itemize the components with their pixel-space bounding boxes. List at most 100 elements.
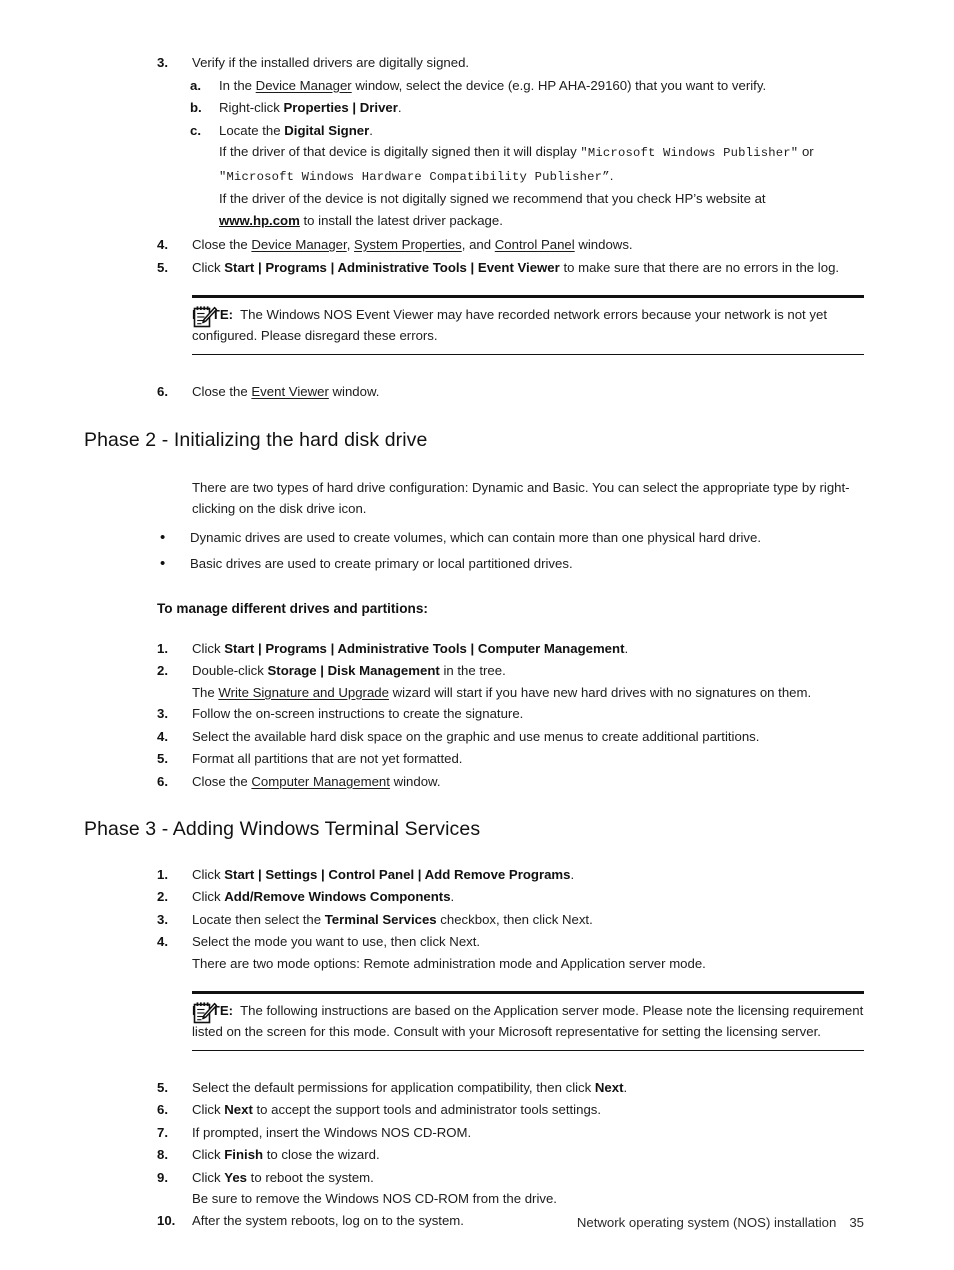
ui-label-start: Start (224, 259, 255, 275)
list-item-step-3b: b. Right-click Properties | Driver. (190, 97, 954, 119)
text-fragment: . (397, 100, 402, 115)
text-fragment: Click (192, 1169, 225, 1185)
list-marker: 9. (157, 1169, 168, 1185)
text-fragment: . (570, 866, 575, 882)
text-fragment: window. (328, 383, 380, 399)
list-item-text: Locate the Digital Signer. (219, 123, 373, 138)
text-fragment: The (192, 684, 219, 700)
list-item-p3-step-6: 6. Click Next to accept the support tool… (157, 1099, 954, 1121)
hp-website-link[interactable]: www.hp.com (219, 213, 300, 228)
list-item-p3-step-1: 1. Click Start | Settings | Control Pane… (157, 864, 954, 886)
list-item-text: Basic drives are used to create primary … (190, 556, 573, 572)
text-fragment: Click (192, 1147, 225, 1163)
ui-label-start: Start (224, 866, 255, 882)
note-body: NOTE: The Windows NOS Event Viewer may h… (192, 298, 864, 354)
text-fragment: to install the latest driver package. (299, 212, 503, 228)
list-item-step-4: 4. Close the Device Manager, System Prop… (157, 234, 954, 256)
list-item-text: Close the Device Manager, System Propert… (192, 237, 633, 252)
list-marker: 4. (157, 728, 168, 744)
ui-label-start: Start (224, 640, 255, 656)
list-item-p3-step-9: 9. Click Yes to reboot the system. (157, 1167, 954, 1189)
document-page: 3. Verify if the installed drivers are d… (0, 0, 954, 1270)
list-item-text: Verify if the installed drivers are digi… (192, 55, 470, 70)
text-fragment: to accept the support tools and administ… (252, 1102, 602, 1118)
list-item-p2-step-3: 3. Follow the on-screen instructions to … (157, 703, 954, 725)
text-fragment: If the driver of that device is digitall… (219, 144, 581, 159)
list-marker: 6. (157, 773, 168, 789)
separator: | (414, 866, 425, 882)
text-fragment: Click (192, 1102, 225, 1118)
list-item-p2-step-1: 1. Click Start | Programs | Administrati… (157, 638, 954, 660)
list-marker: 3. (157, 55, 168, 70)
list-marker: 1. (157, 866, 168, 882)
ui-label-terminal-services: Terminal Services (324, 911, 437, 927)
text-fragment: Locate then select the (192, 911, 325, 927)
list-marker: 4. (157, 237, 168, 252)
subheading-manage-drives: To manage different drives and partition… (157, 601, 428, 617)
text-fragment: Click (192, 889, 225, 905)
list-item-step-3a: a. In the Device Manager window, select … (190, 75, 954, 97)
list-item-bullet-dynamic: • Dynamic drives are used to create volu… (160, 527, 954, 549)
list-marker: 5. (157, 751, 168, 767)
list-item-p3-step-8: 8. Click Finish to close the wizard. (157, 1144, 954, 1166)
ui-label-add-remove-windows-components: Add/Remove Windows Components (224, 889, 451, 905)
phase-3-heading: Phase 3 - Adding Windows Terminal Servic… (84, 817, 481, 840)
ui-label-next: Next (594, 1079, 624, 1095)
note-pencil-icon (192, 304, 218, 330)
event-viewer-reference: Event Viewer (251, 383, 329, 399)
phase-2-heading: Phase 2 - Initializing the hard disk dri… (84, 429, 428, 452)
ui-label-control-panel: Control Panel (328, 866, 415, 882)
list-item-p3-step-2: 2. Click Add/Remove Windows Components. (157, 886, 954, 908)
bullet-icon: • (160, 555, 166, 573)
list-item-text: Double-click Storage | Disk Management i… (192, 663, 506, 678)
text-fragment: Click (192, 259, 225, 275)
list-marker: 5. (157, 259, 168, 275)
list-marker: 5. (157, 1079, 168, 1095)
note-callout-1: NOTE: The Windows NOS Event Viewer may h… (157, 295, 954, 355)
list-marker: 1. (157, 640, 168, 656)
list-item-text: Locate then select the Terminal Services… (192, 912, 593, 927)
note-callout-2: NOTE: The following instructions are bas… (157, 991, 954, 1051)
list-item-text: If prompted, insert the Windows NOS CD-R… (192, 1124, 472, 1140)
list-item-text: Click Finish to close the wizard. (192, 1147, 380, 1162)
ui-label-computer-management: Computer Management (477, 640, 625, 656)
text-fragment: . (624, 640, 629, 656)
text-fragment: Close the (192, 237, 252, 252)
list-marker: 6. (157, 1102, 168, 1118)
ui-label-settings: Settings (265, 866, 318, 882)
ui-label-administrative-tools: Administrative Tools (337, 640, 467, 656)
divider-bottom (192, 353, 864, 355)
separator: | (326, 640, 338, 656)
note-body: NOTE: The following instructions are bas… (192, 994, 864, 1050)
text-fragment: Close the (192, 773, 252, 789)
list-item-text: Select the mode you want to use, then cl… (192, 934, 481, 950)
note-pencil-icon (192, 1000, 218, 1026)
list-marker: b. (190, 100, 202, 115)
separator: | (254, 640, 266, 656)
text-fragment: checkbox, then click Next. (436, 911, 593, 927)
ui-label-add-remove-programs: Add Remove Programs (424, 866, 571, 882)
signer-string-1: Microsoft Windows Publisher (587, 146, 791, 160)
quote-open: " (580, 146, 588, 160)
list-item-step-6: 6. Close the Event Viewer window. (157, 381, 954, 403)
list-marker: 3. (157, 706, 168, 722)
list-item-text: Select the available hard disk space on … (192, 728, 760, 744)
ui-label-finish: Finish (224, 1147, 264, 1163)
text-fragment: Double-click (192, 663, 268, 679)
list-item-p2-step-2: 2. Double-click Storage | Disk Managemen… (157, 660, 954, 682)
text-fragment: If the driver of the device is not digit… (219, 191, 766, 206)
list-item-text: Click Start | Programs | Administrative … (192, 257, 864, 279)
ui-label-programs: Programs (265, 640, 327, 656)
list-item-text: Right-click Properties | Driver. (219, 100, 402, 115)
text-fragment: wizard will start if you have new hard d… (388, 684, 812, 700)
list-marker: 3. (157, 911, 168, 927)
paragraph-signed-driver: If the driver of that device is digitall… (219, 141, 864, 188)
text-fragment: . (450, 889, 455, 905)
separator: | (326, 259, 338, 275)
list-marker: 6. (157, 383, 168, 399)
divider-bottom (192, 1049, 864, 1051)
system-properties-reference: System Properties (354, 237, 462, 252)
text-fragment: Click (192, 866, 225, 882)
signer-string-2: Microsoft Windows Hardware Compatibility… (226, 169, 603, 184)
text-fragment: windows. (574, 237, 633, 252)
